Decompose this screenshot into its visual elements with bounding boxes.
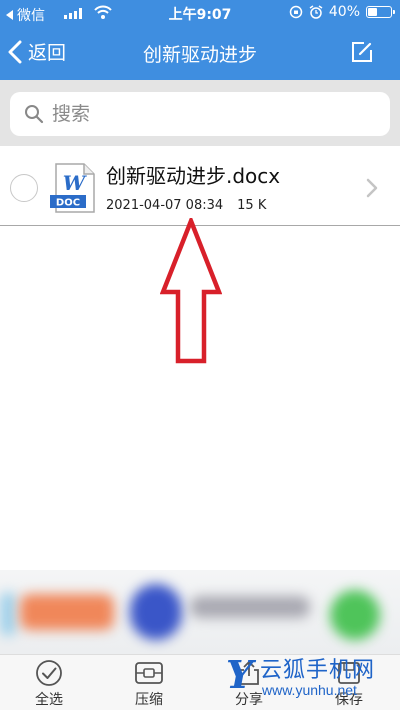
save-icon bbox=[338, 662, 360, 684]
battery-percent: 40% bbox=[328, 4, 360, 20]
select-all-button[interactable]: 全选 bbox=[14, 659, 84, 709]
save-label: 保存 bbox=[335, 692, 363, 708]
edit-icon bbox=[352, 42, 372, 62]
search-area bbox=[0, 80, 400, 146]
doc-icon-badge: DOC bbox=[56, 198, 80, 209]
battery-fill bbox=[368, 8, 377, 16]
edit-button[interactable] bbox=[350, 40, 374, 68]
save-button[interactable]: 保存 bbox=[314, 659, 384, 709]
ad-blob bbox=[190, 596, 310, 618]
compress-label: 压缩 bbox=[135, 692, 163, 708]
nav-bar: 返回 创新驱动进步 bbox=[0, 26, 400, 80]
ad-blob bbox=[130, 584, 182, 640]
check-circle-icon bbox=[36, 660, 62, 686]
ad-blob bbox=[20, 594, 114, 630]
file-meta: 2021-04-07 08:34 15 K bbox=[106, 198, 266, 213]
share-label: 分享 bbox=[235, 692, 263, 708]
search-icon bbox=[25, 105, 44, 124]
bottom-toolbar: 全选 压缩 分享 保存 bbox=[0, 654, 400, 710]
blurred-ad-banner[interactable] bbox=[0, 570, 400, 654]
chevron-left-icon bbox=[8, 40, 22, 63]
select-radio[interactable] bbox=[10, 174, 38, 202]
file-date: 2021-04-07 08:34 bbox=[106, 198, 224, 213]
status-bar: 微信 上午9:07 40% bbox=[0, 0, 400, 26]
word-doc-icon: W DOC bbox=[50, 163, 95, 213]
ad-blob bbox=[0, 592, 16, 636]
back-button[interactable]: 返回 bbox=[8, 38, 66, 65]
compress-button[interactable]: 压缩 bbox=[114, 659, 184, 709]
select-all-label: 全选 bbox=[35, 692, 63, 708]
file-size: 15 K bbox=[237, 198, 267, 213]
back-label: 返回 bbox=[28, 42, 67, 64]
file-list-item[interactable]: W DOC 创新驱动进步.docx 2021-04-07 08:34 15 K bbox=[0, 150, 400, 226]
annotation-arrow-icon bbox=[160, 218, 222, 364]
share-icon bbox=[239, 660, 259, 685]
share-button[interactable]: 分享 bbox=[214, 659, 284, 709]
alarm-icon bbox=[309, 5, 323, 19]
archive-icon bbox=[135, 662, 163, 684]
doc-icon-letter: W bbox=[63, 171, 88, 195]
file-name: 创新驱动进步.docx bbox=[106, 164, 281, 188]
search-box[interactable] bbox=[10, 92, 390, 136]
battery-icon bbox=[366, 6, 395, 18]
chevron-right-icon bbox=[366, 178, 378, 198]
search-input[interactable] bbox=[52, 103, 352, 125]
rotation-lock-icon bbox=[289, 5, 303, 19]
ad-blob bbox=[330, 590, 380, 640]
